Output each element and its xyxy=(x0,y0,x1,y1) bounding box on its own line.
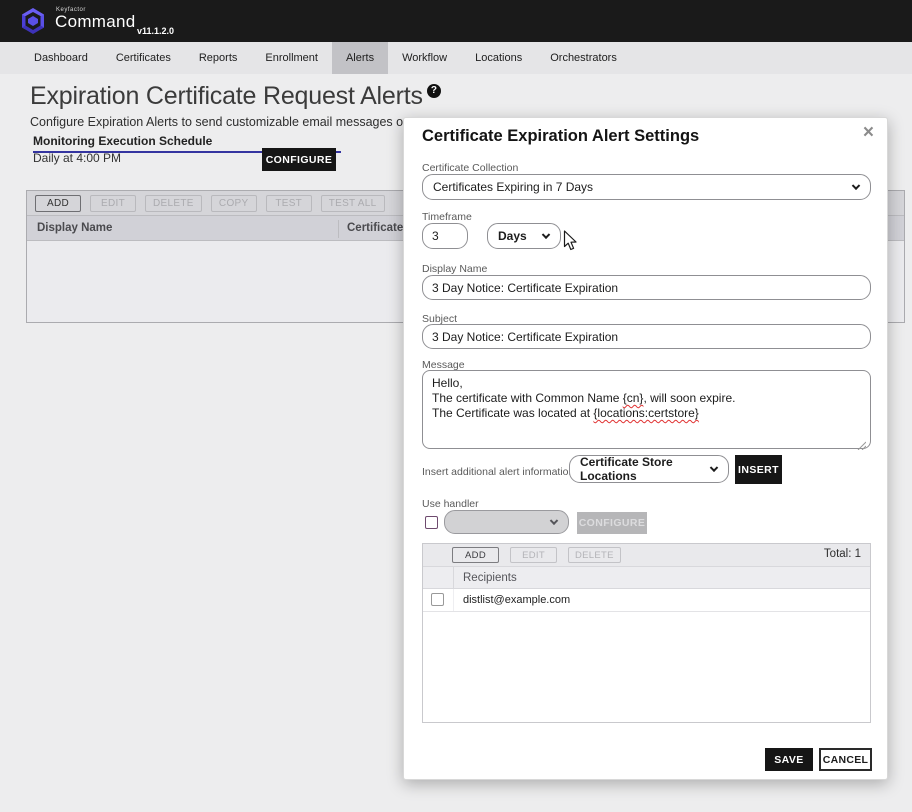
page-title-text: Expiration Certificate Request Alerts xyxy=(30,82,423,110)
chevron-down-icon xyxy=(710,464,718,472)
column-display-name: Display Name xyxy=(37,222,112,234)
timeframe-input[interactable] xyxy=(422,223,468,249)
help-icon[interactable]: ? xyxy=(427,84,441,98)
screen: Keyfactor Command v11.1.2.0 Dashboard Ce… xyxy=(0,0,912,812)
column-divider xyxy=(338,220,339,238)
timeframe-unit-value: Days xyxy=(498,229,527,243)
close-icon[interactable]: × xyxy=(863,123,874,143)
alerts-edit-button: EDIT xyxy=(90,195,136,212)
recipients-total: Total: 1 xyxy=(824,548,861,560)
insert-info-select[interactable]: Certificate Store Locations xyxy=(569,455,729,483)
display-name-input[interactable] xyxy=(422,275,871,300)
certificate-collection-value: Certificates Expiring in 7 Days xyxy=(433,180,593,194)
alerts-test-all-button: TEST ALL xyxy=(321,195,385,212)
alerts-add-button[interactable]: ADD xyxy=(35,195,81,212)
alerts-delete-button: DELETE xyxy=(145,195,202,212)
page-subtitle: Configure Expiration Alerts to send cust… xyxy=(30,115,404,129)
recipients-delete-button: DELETE xyxy=(568,547,621,563)
recipients-header: Recipients xyxy=(423,566,870,589)
insert-info-label: Insert additional alert information xyxy=(422,466,574,478)
column-divider xyxy=(453,589,454,611)
recipient-row[interactable]: distlist@example.com xyxy=(423,589,870,612)
main-nav: Dashboard Certificates Reports Enrollmen… xyxy=(0,42,912,74)
recipient-checkbox[interactable] xyxy=(431,593,444,606)
save-button[interactable]: SAVE xyxy=(765,748,813,771)
timeframe-unit-select[interactable]: Days xyxy=(487,223,561,249)
chevron-down-icon xyxy=(550,517,558,525)
version-label: v11.1.2.0 xyxy=(137,26,174,36)
timeframe-label: Timeframe xyxy=(422,211,472,223)
dialog-title: Certificate Expiration Alert Settings xyxy=(422,127,699,146)
recipients-toolbar: ADD EDIT DELETE Total: 1 xyxy=(423,544,870,566)
nav-item-enrollment[interactable]: Enrollment xyxy=(251,42,332,74)
nav-item-alerts[interactable]: Alerts xyxy=(332,42,388,74)
subject-input[interactable] xyxy=(422,324,871,349)
alerts-test-button: TEST xyxy=(266,195,312,212)
handler-select xyxy=(444,510,569,534)
nav-item-certificates[interactable]: Certificates xyxy=(102,42,185,74)
nav-item-locations[interactable]: Locations xyxy=(461,42,536,74)
nav-item-workflow[interactable]: Workflow xyxy=(388,42,461,74)
monitoring-schedule-value: Daily at 4:00 PM xyxy=(33,151,121,165)
display-name-label: Display Name xyxy=(422,263,487,275)
resize-handle[interactable] xyxy=(857,441,866,450)
insert-info-value: Certificate Store Locations xyxy=(580,455,702,483)
app-header: Keyfactor Command v11.1.2.0 xyxy=(0,0,912,42)
message-textarea[interactable]: Hello,The certificate with Common Name {… xyxy=(422,370,871,449)
monitoring-configure-button[interactable]: CONFIGURE xyxy=(262,148,336,171)
recipients-add-button[interactable]: ADD xyxy=(452,547,499,563)
page-title: Expiration Certificate Request Alerts? xyxy=(30,82,441,111)
insert-button[interactable]: INSERT xyxy=(735,455,782,484)
handler-configure-button: CONFIGURE xyxy=(577,512,647,534)
chevron-down-icon xyxy=(542,231,550,239)
keyfactor-logo-icon xyxy=(17,5,49,37)
nav-item-dashboard[interactable]: Dashboard xyxy=(20,42,102,74)
certificate-expiration-alert-settings-dialog: Certificate Expiration Alert Settings × … xyxy=(403,117,888,780)
nav-item-reports[interactable]: Reports xyxy=(185,42,252,74)
brand-label: Command xyxy=(55,12,136,32)
recipient-email: distlist@example.com xyxy=(463,594,570,606)
chevron-down-icon xyxy=(852,182,860,190)
column-certificate: Certificate xyxy=(347,222,403,234)
use-handler-label: Use handler xyxy=(422,498,479,510)
recipients-edit-button: EDIT xyxy=(510,547,557,563)
nav-item-orchestrators[interactable]: Orchestrators xyxy=(536,42,631,74)
recipients-column-label: Recipients xyxy=(463,572,517,584)
certificate-collection-label: Certificate Collection xyxy=(422,162,518,174)
column-divider xyxy=(453,567,454,588)
use-handler-checkbox[interactable] xyxy=(425,516,438,529)
recipients-table: ADD EDIT DELETE Total: 1 Recipients dist… xyxy=(422,543,871,723)
alerts-copy-button: COPY xyxy=(211,195,257,212)
cancel-button[interactable]: CANCEL xyxy=(819,748,872,771)
certificate-collection-select[interactable]: Certificates Expiring in 7 Days xyxy=(422,174,871,200)
